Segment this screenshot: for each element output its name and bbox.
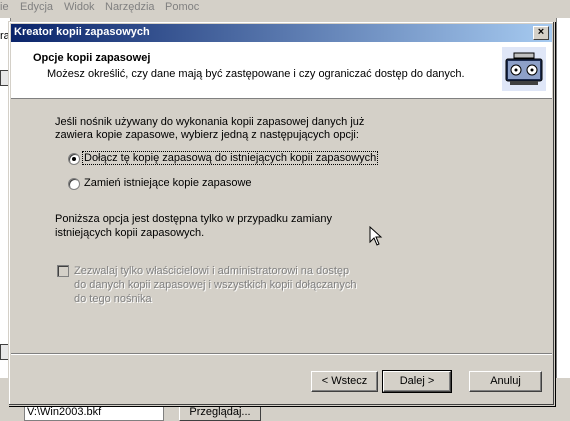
next-button[interactable]: Dalej > <box>383 371 451 392</box>
backup-wizard-dialog: Kreator kopii zapasowych × Opcje kopii z… <box>8 21 555 406</box>
menu-item-file[interactable]: ie <box>0 1 9 13</box>
dialog-titlebar[interactable]: Kreator kopii zapasowych × <box>11 24 552 42</box>
append-radio[interactable] <box>68 153 80 165</box>
restrict-access-label: Zezwalaj tylko właścicielowi i administr… <box>74 264 374 306</box>
restrict-line: Zezwalaj tylko właścicielowi i administr… <box>74 265 350 277</box>
wizard-header: Opcje kopii zapasowej Możesz określić, c… <box>11 42 552 99</box>
menu-item-help[interactable]: Pomoc <box>165 1 199 13</box>
restrict-line: do tego nośnika <box>74 293 152 305</box>
replace-note-text: Poniższa opcja jest dostępna tylko w prz… <box>55 212 375 240</box>
cancel-button[interactable]: Anuluj <box>469 371 542 392</box>
page-title: Opcje kopii zapasowej <box>33 52 151 64</box>
replace-radio[interactable] <box>68 178 80 190</box>
intro-text: Jeśli nośnik używany do wykonania kopii … <box>55 116 385 142</box>
browse-button[interactable]: Przeglądaj... <box>179 404 261 421</box>
append-radio-label[interactable]: Dołącz tę kopię zapasową do istniejących… <box>81 151 379 165</box>
restrict-access-checkbox <box>57 265 69 277</box>
note-line: istniejących kopii zapasowych. <box>55 227 205 239</box>
menu-item-edit[interactable]: Edycja <box>20 1 53 13</box>
dialog-title: Kreator kopii zapasowych <box>14 26 150 38</box>
menu-item-tools[interactable]: Narzędzia <box>105 1 155 13</box>
backup-path-field[interactable]: V:\Win2003.bkf <box>24 404 164 421</box>
close-icon: × <box>537 26 545 38</box>
background-right-panel <box>556 18 570 378</box>
button-separator <box>11 353 552 355</box>
replace-radio-label[interactable]: Zamień istniejące kopie zapasowe <box>83 177 253 189</box>
note-line: Poniższa opcja jest dostępna tylko w prz… <box>55 213 332 225</box>
close-button[interactable]: × <box>533 26 549 40</box>
menu-item-view[interactable]: Widok <box>64 1 95 13</box>
page-subtitle: Możesz określić, czy dane mają być zastę… <box>47 68 465 80</box>
intro-line: zawiera kopie zapasowe, wybierz jedną z … <box>55 129 359 141</box>
intro-line: Jeśli nośnik używany do wykonania kopii … <box>55 116 365 128</box>
mouse-cursor-icon <box>369 226 383 246</box>
background-menubar: ie Edycja Widok Narzędzia Pomoc <box>0 0 570 16</box>
restrict-line: do danych kopii zapasowej i wszystkich k… <box>74 279 357 291</box>
backup-icon <box>502 47 546 91</box>
radio-selected-dot <box>72 157 76 161</box>
back-button[interactable]: < Wstecz <box>311 371 378 392</box>
